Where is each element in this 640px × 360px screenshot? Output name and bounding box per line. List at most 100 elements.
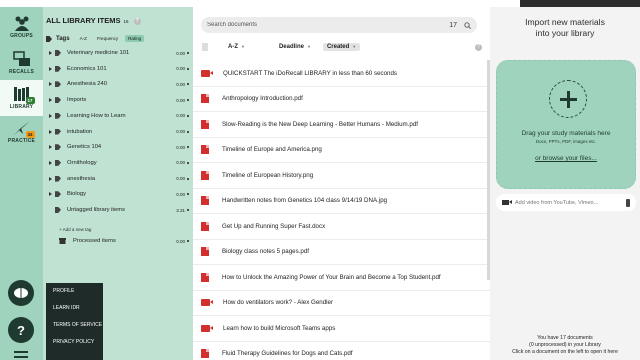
tag-name: Veterinary medicine 101 [67, 50, 130, 56]
document-row[interactable]: Fluid Therapy Guidelines for Dogs and Ca… [193, 342, 490, 360]
tag-row[interactable]: Anesthesia 240 0.00 [46, 79, 189, 89]
document-row[interactable]: Learn how to build Microsoft Teams apps [193, 316, 490, 342]
nav-library-label: LIBRARY [9, 104, 34, 110]
video-submit-icon[interactable] [626, 198, 630, 207]
tag-row[interactable]: Economics 101 0.00 [46, 64, 189, 74]
menu-profile[interactable]: PROFILE [46, 283, 103, 300]
tag-icon [55, 159, 61, 166]
document-row[interactable]: How to Unlock the Amazing Power of Your … [193, 265, 490, 291]
tag-name: Untagged library items [67, 207, 125, 213]
expand-caret-icon[interactable] [49, 192, 52, 197]
docs-sort-created[interactable]: Created ▼ [322, 43, 361, 51]
video-icon [201, 299, 213, 307]
expand-caret-icon[interactable] [49, 66, 52, 71]
tag-row[interactable]: Genetics 104 0.00 [46, 142, 189, 152]
tag-row[interactable]: Ornithology 0.00 [46, 158, 189, 168]
tag-row[interactable]: Learning How to Learn 0.00 [46, 111, 189, 121]
docs-help-icon[interactable]: ? [475, 43, 482, 51]
expand-caret-icon[interactable] [49, 98, 52, 103]
document-count: 17 [449, 21, 457, 29]
docs-sort-az[interactable]: A-Z ▼ [224, 43, 249, 51]
nav-recalls[interactable]: RECALLS [0, 45, 43, 81]
processed-items-row[interactable]: Processed items 0.00 [46, 236, 189, 246]
tags-label: Tags [56, 35, 70, 42]
tag-row[interactable]: Imports 0.00 [46, 95, 189, 105]
sort-rating[interactable]: Rating [125, 35, 145, 42]
expand-caret-icon[interactable] [49, 145, 52, 150]
expand-caret-icon[interactable] [49, 176, 52, 181]
library-count: 16 [123, 19, 129, 24]
document-row[interactable]: How do ventilators work? - Alex Gendler [193, 291, 490, 316]
tag-value: 0.00 [176, 81, 185, 87]
tag-value: 0.00 [176, 113, 185, 119]
document-title: Timeline of Europe and America.png [222, 146, 322, 154]
nav-practice[interactable]: 34 PRACTICE [0, 114, 43, 150]
brain-icon [14, 288, 28, 298]
brain-button[interactable] [8, 280, 34, 306]
video-url-input[interactable] [515, 199, 626, 206]
tag-value: 0.00 [176, 191, 185, 197]
search-input[interactable] [207, 22, 450, 28]
library-help-icon[interactable]: ? [133, 18, 141, 25]
search-icon[interactable] [464, 21, 471, 29]
expand-caret-icon[interactable] [49, 51, 52, 55]
add-tag-link[interactable]: + Add a new tag [59, 227, 91, 232]
expand-caret-icon[interactable] [49, 129, 52, 134]
tag-icon [55, 144, 61, 151]
nav-recalls-label: RECALLS [8, 69, 34, 75]
menu-privacy[interactable]: PRIVACY POLICY [46, 334, 103, 351]
video-camera-icon [502, 200, 512, 205]
document-title: How do ventilators work? - Alex Gendler [223, 299, 334, 307]
nav-groups[interactable]: GROUPS [0, 9, 43, 45]
document-title: Anthropology Introduction.pdf [222, 95, 303, 103]
tag-value: 0.00 [176, 66, 185, 72]
top-strip [0, 0, 640, 7]
tag-icon [55, 65, 61, 72]
pdf-icon [201, 349, 209, 359]
document-row[interactable]: Timeline of Europe and America.png [193, 138, 490, 163]
document-row[interactable]: QUICKSTART The iDoRecall LIBRARY in less… [193, 61, 490, 87]
pdf-icon [201, 196, 209, 206]
browse-files-link[interactable]: or browse your files... [497, 155, 635, 162]
recalls-icon [12, 51, 31, 67]
document-row[interactable]: Anthropology Introduction.pdf [193, 87, 490, 112]
hamburger-menu-icon[interactable] [14, 351, 28, 360]
practice-icon: 34 [13, 120, 35, 138]
help-button[interactable]: ? [8, 317, 34, 343]
add-tag-label: Add a new tag [62, 227, 92, 232]
tag-row[interactable]: anesthesia 0.00 [46, 174, 189, 184]
tag-value: 0.00 [176, 50, 185, 56]
document-row[interactable]: Get Up and Running Super Fast.docx [193, 214, 490, 240]
documents-panel: 17 A-Z▼ Deadline▼ Created▼ ? QUICKSTART … [193, 7, 490, 360]
expand-caret-icon[interactable] [49, 160, 52, 165]
expand-caret-icon[interactable] [49, 82, 52, 87]
sort-az[interactable]: A-Z [77, 35, 90, 42]
tag-name: Learning How to Learn [67, 112, 126, 119]
tag-row[interactable]: Biology 0.00 [46, 189, 189, 199]
document-row[interactable]: Timeline of European History.png [193, 163, 490, 189]
expand-caret-icon[interactable] [49, 113, 52, 118]
sort-frequency[interactable]: Frequency [94, 35, 121, 42]
tag-row[interactable]: Veterinary medicine 101 0.00 [46, 48, 189, 58]
tag-row[interactable]: intubation 0.00 [46, 127, 189, 137]
tag-name: Economics 101 [67, 65, 107, 72]
tag-icon [55, 191, 61, 198]
tag-value: 0.00 [176, 144, 185, 150]
tag-name: Ornithology [67, 159, 97, 166]
upload-dropzone[interactable]: Drag your study materials here Docs, PPT… [496, 60, 636, 189]
import-title: Import new materials into your library [525, 17, 605, 38]
tag-row[interactable]: Untagged library items 3.31 [46, 205, 189, 215]
menu-terms[interactable]: TERMS OF SERVICE [46, 317, 103, 334]
processed-items-label: Processed items [73, 238, 116, 244]
add-icon[interactable] [549, 80, 587, 118]
pdf-icon [201, 272, 209, 282]
document-row[interactable]: Handwritten notes from Genetics 104 clas… [193, 189, 490, 214]
nav-groups-label: GROUPS [10, 33, 33, 39]
docs-sort-deadline[interactable]: Deadline ▼ [275, 43, 315, 51]
profile-menu: PROFILE LEARN IDR TERMS OF SERVICE PRIVA… [46, 283, 103, 360]
pdf-icon [201, 247, 209, 257]
document-row[interactable]: Biology class notes 5 pages.pdf [193, 240, 490, 265]
document-row[interactable]: Slow-Reading is the New Deep Learning - … [193, 112, 490, 138]
nav-library[interactable]: 17 LIBRARY [0, 80, 43, 116]
menu-learn-idr[interactable]: LEARN IDR [46, 300, 103, 317]
